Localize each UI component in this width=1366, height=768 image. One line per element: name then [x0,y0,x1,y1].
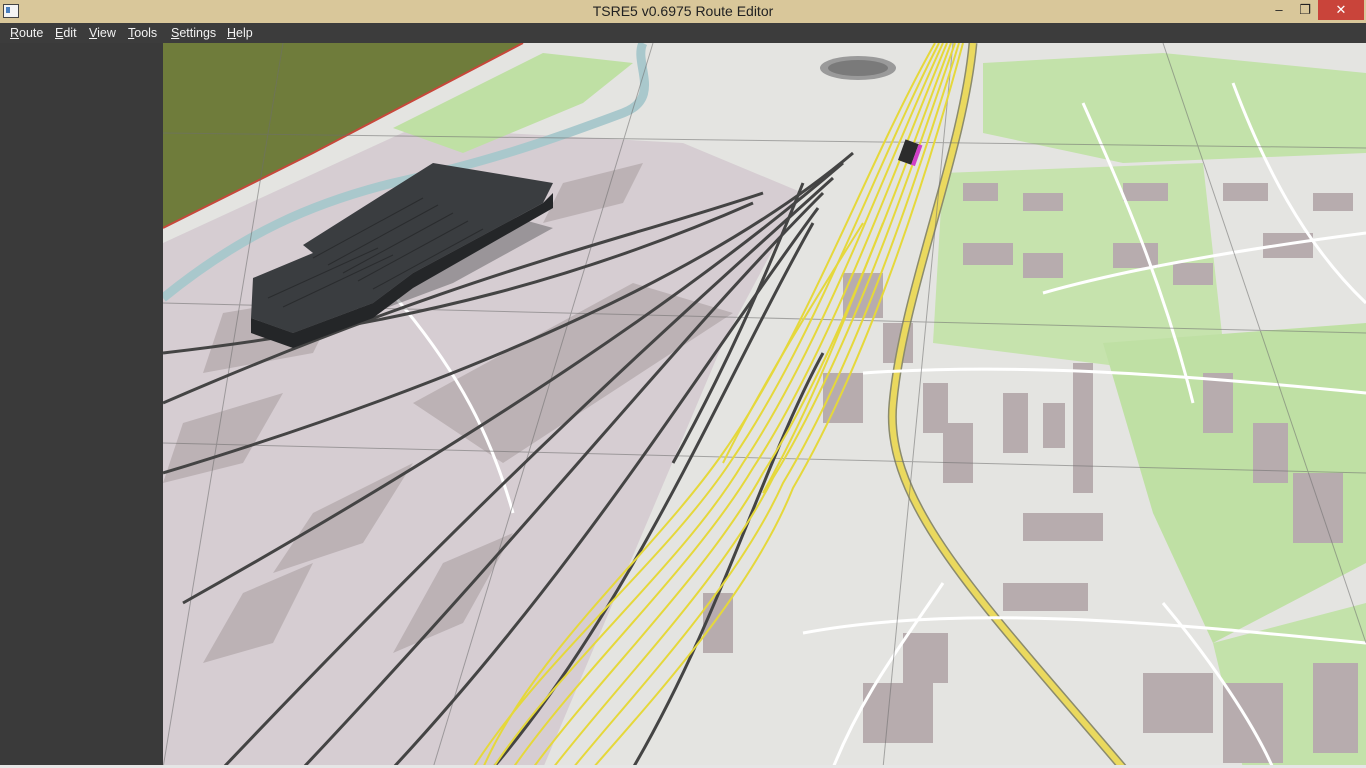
menu-bar: Route Edit View Tools Settings Help [0,23,1366,43]
title-bar: TSRE5 v0.6975 Route Editor – ❐ ✕ [0,0,1366,24]
menu-help[interactable]: Help [227,23,253,43]
close-button[interactable]: ✕ [1318,0,1364,20]
maximize-button[interactable]: ❐ [1292,0,1318,20]
menu-tools[interactable]: Tools [128,23,157,43]
menu-route[interactable]: Route [10,23,43,43]
side-panel [0,43,163,768]
turntable [820,56,896,80]
minimize-button[interactable]: – [1266,0,1292,20]
menu-view[interactable]: View [89,23,116,43]
menu-settings[interactable]: Settings [171,23,216,43]
menu-edit[interactable]: Edit [55,23,77,43]
window-title: TSRE5 v0.6975 Route Editor [592,3,774,19]
route-scene[interactable] [163,43,1366,768]
3d-viewport[interactable] [163,43,1366,768]
